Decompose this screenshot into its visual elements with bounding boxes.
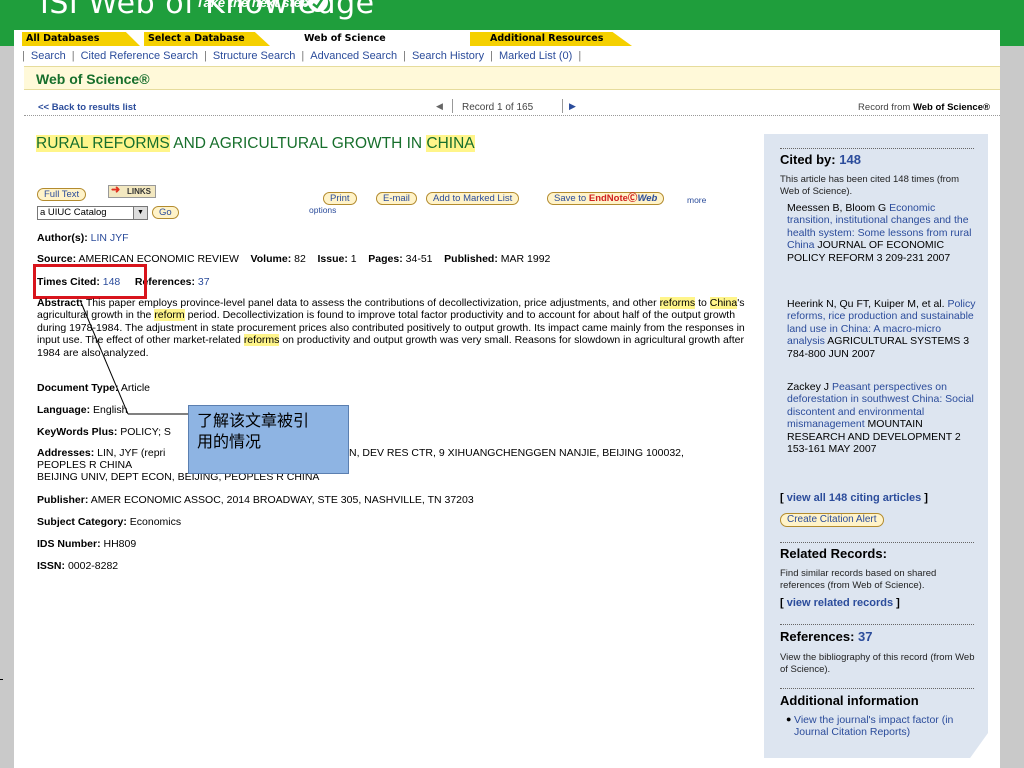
cited-by-description: This article has been cited 148 times (f… xyxy=(780,174,959,197)
highlight-box xyxy=(33,264,147,299)
options-link[interactable]: options xyxy=(309,205,336,215)
abstract: Abstract: This paper employs province-le… xyxy=(37,297,745,359)
tagline: Take the next step xyxy=(196,0,309,10)
go-button[interactable]: Go xyxy=(152,206,179,219)
annotation-callout: 了解该文章被引 用的情况 xyxy=(188,405,349,474)
citation-sidebar: Cited by: 148 This article has been cite… xyxy=(764,134,988,758)
record-navigation: << Back to results list ◀ Record 1 of 16… xyxy=(24,96,1000,116)
language-field: Language: English xyxy=(37,404,128,416)
site-header: ISI Web of Knowledge Take the next step xyxy=(0,0,1024,30)
catalog-select[interactable]: a UIUC Catalog ▼ xyxy=(37,206,148,220)
record-counter: Record 1 of 165 xyxy=(462,102,534,113)
additional-info-heading: Additional information xyxy=(780,693,919,708)
related-records-description: Find similar records based on shared ref… xyxy=(780,568,937,591)
addresses-field: Addresses: LIN, JYF (repri xyxy=(37,447,166,459)
issn-field: ISSN: 0002-8282 xyxy=(37,560,119,572)
ids-number-field: IDS Number: HH809 xyxy=(37,538,137,550)
email-button[interactable]: E-mail xyxy=(376,192,417,205)
nav-structure-search[interactable]: Structure Search xyxy=(207,50,302,62)
save-to-endnote-button[interactable]: Save to EndNoteⒸWeb xyxy=(547,192,665,205)
nav-cited-reference-search[interactable]: Cited Reference Search xyxy=(75,50,204,62)
sub-navigation: | Search | Cited Reference Search | Struct… xyxy=(22,50,582,62)
tab-additional-resources[interactable]: Additional Resources xyxy=(470,32,632,46)
links-button[interactable]: LINKS xyxy=(108,185,156,198)
impact-factor-link[interactable]: View the journal's impact factor (in Jou… xyxy=(794,714,980,739)
tab-web-of-science[interactable]: Web of Science xyxy=(276,32,434,46)
citation-item: Zackey J Peasant perspectives on defores… xyxy=(787,381,974,456)
nav-marked-list[interactable]: Marked List (0) xyxy=(493,50,578,62)
chevron-down-icon[interactable]: ▼ xyxy=(133,207,147,219)
bullet-icon: ● xyxy=(786,714,792,724)
document-type-field: Document Type: Article xyxy=(37,382,151,394)
next-record-icon[interactable]: ▶ xyxy=(569,101,576,112)
nav-search[interactable]: Search xyxy=(25,50,72,62)
publisher-field: Publisher: AMER ECONOMIC ASSOC, 2014 BRO… xyxy=(37,494,474,506)
related-records-heading: Related Records: xyxy=(780,546,887,561)
addresses-field-cont: N, DEV RES CTR, 9 XIHUANGCHENGGEN NANJIE… xyxy=(349,447,684,459)
create-citation-alert-button[interactable]: Create Citation Alert xyxy=(780,513,884,527)
keywords-field: KeyWords Plus: POLICY; S xyxy=(37,426,171,438)
add-to-marked-list-button[interactable]: Add to Marked List xyxy=(426,192,520,205)
addresses-line-2: PEOPLES R CHINA xyxy=(37,459,133,471)
endnote-logo: EndNoteⒸWeb xyxy=(588,193,658,204)
nav-advanced-search[interactable]: Advanced Search xyxy=(304,50,403,62)
print-button[interactable]: Print xyxy=(323,192,357,205)
cited-by-count-link[interactable]: 148 xyxy=(839,152,861,167)
tab-all-databases[interactable]: All Databases xyxy=(22,32,140,46)
authors-field: Author(s): LIN JYF xyxy=(37,232,129,244)
citation-item: Heerink N, Qu FT, Kuiper M, et al. Polic… xyxy=(787,298,976,360)
tab-select-database[interactable]: Select a Database xyxy=(144,32,270,46)
previous-record-icon[interactable]: ◀ xyxy=(436,101,443,112)
subject-category-field: Subject Category: Economics xyxy=(37,516,182,528)
references-heading: References: 37 xyxy=(780,629,873,644)
view-all-citing-link: [ view all 148 citing articles ] xyxy=(780,492,928,504)
record-source: Record from Web of Science® xyxy=(858,102,990,113)
nav-search-history[interactable]: Search History xyxy=(406,50,490,62)
article-title: RURAL REFORMS AND AGRICULTURAL GROWTH IN… xyxy=(36,135,475,152)
references-description: View the bibliography of this record (fr… xyxy=(780,652,975,675)
author-link[interactable]: LIN JYF xyxy=(91,232,129,244)
citation-item: Meessen B, Bloom G Economic transition, … xyxy=(787,202,972,264)
references-link[interactable]: 37 xyxy=(198,276,210,288)
section-title: Web of Science® xyxy=(36,71,150,87)
back-to-results-link[interactable]: << Back to results list xyxy=(38,102,136,113)
cited-by-heading: Cited by: 148 xyxy=(780,152,861,167)
section-header: Web of Science® xyxy=(24,66,1000,90)
full-text-button[interactable]: Full Text xyxy=(37,188,87,201)
more-options-link[interactable]: more xyxy=(687,195,706,205)
view-related-records-link: [ view related records ] xyxy=(780,597,900,609)
references-count-link[interactable]: 37 xyxy=(858,629,872,644)
